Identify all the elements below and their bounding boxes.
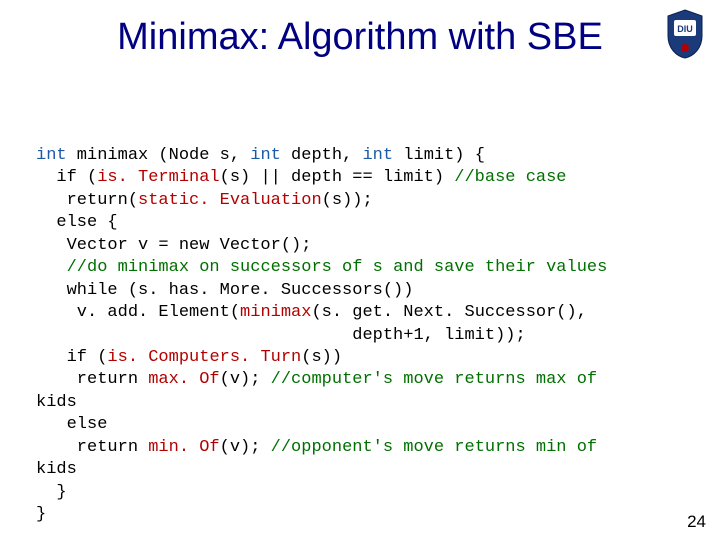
crest-icon: DIU xyxy=(664,8,706,60)
code-token: } xyxy=(36,483,67,502)
slide-title: Minimax: Algorithm with SBE xyxy=(0,16,720,59)
code-token: min. Of xyxy=(148,438,219,457)
code-token: return xyxy=(36,438,148,457)
code-token: int xyxy=(36,146,67,165)
code-token: return xyxy=(36,370,148,389)
code-token: } xyxy=(36,505,46,524)
code-token: depth, xyxy=(281,146,363,165)
code-token: (v); xyxy=(220,438,271,457)
code-token: (s) || depth == limit) xyxy=(220,168,455,187)
page-number: 24 xyxy=(687,512,706,532)
code-token: (s)); xyxy=(322,191,373,210)
code-token: kids xyxy=(36,393,77,412)
code-token: return( xyxy=(36,191,138,210)
code-token xyxy=(36,258,67,277)
svg-text:DIU: DIU xyxy=(677,24,693,34)
code-token: if ( xyxy=(36,168,97,187)
code-token: is. Terminal xyxy=(97,168,219,187)
code-token: int xyxy=(250,146,281,165)
code-token: //opponent's move returns min of xyxy=(271,438,597,457)
code-token: depth+1, limit)); xyxy=(36,326,526,345)
code-token: minimax (Node s, xyxy=(67,146,251,165)
code-token: is. Computers. Turn xyxy=(107,348,301,367)
code-token: kids xyxy=(36,460,77,479)
code-token: //base case xyxy=(454,168,566,187)
code-block: int minimax (Node s, int depth, int limi… xyxy=(36,145,700,526)
code-token: if ( xyxy=(36,348,107,367)
code-token: int xyxy=(362,146,393,165)
code-token: //computer's move returns max of xyxy=(271,370,597,389)
code-token: //do minimax on successors of s and save… xyxy=(67,258,608,277)
code-token: limit) { xyxy=(393,146,485,165)
code-token: minimax xyxy=(240,303,311,322)
code-token: else { xyxy=(36,213,118,232)
code-token: Vector v = new Vector(); xyxy=(36,236,311,255)
code-token: (s)) xyxy=(301,348,342,367)
code-token: v. add. Element( xyxy=(36,303,240,322)
diu-logo: DIU xyxy=(664,8,706,60)
code-token: else xyxy=(36,415,107,434)
code-token: static. Evaluation xyxy=(138,191,322,210)
code-token: max. Of xyxy=(148,370,219,389)
code-token: (s. get. Next. Successor(), xyxy=(311,303,586,322)
code-token: while (s. has. More. Successors()) xyxy=(36,281,413,300)
code-token: (v); xyxy=(220,370,271,389)
